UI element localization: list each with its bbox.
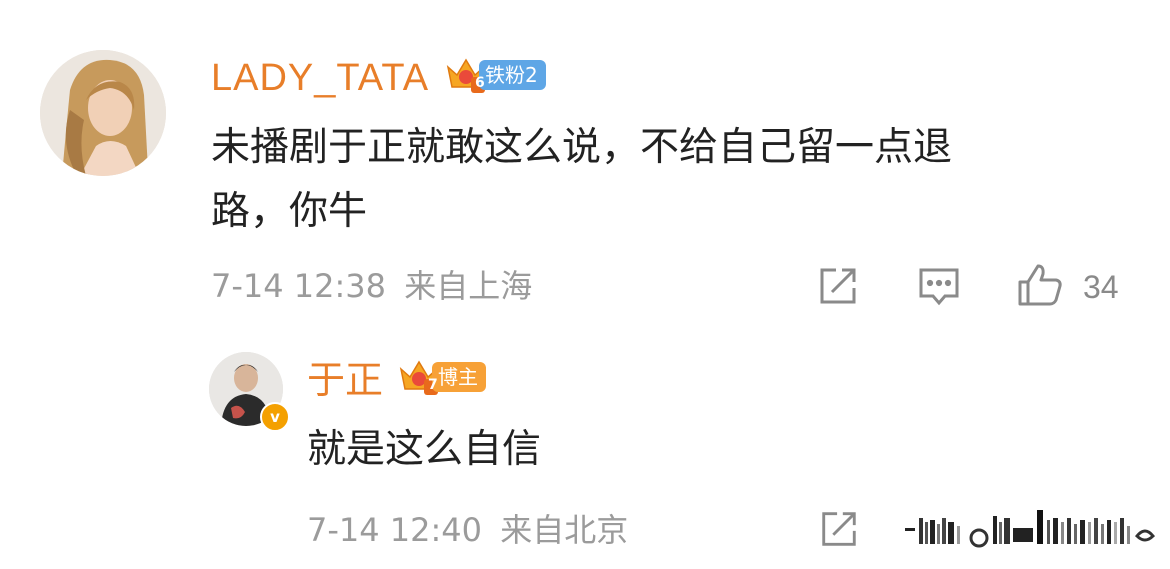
user-avatar[interactable]: [40, 50, 166, 176]
reply-location: 来自北京: [500, 511, 629, 549]
comment-location: 来自上海: [404, 267, 533, 305]
fan-level: 6: [475, 75, 485, 91]
like-icon[interactable]: [1016, 262, 1064, 312]
comment-meta: 7-14 12:38 来自上海: [211, 266, 532, 306]
like-count: 34: [1083, 269, 1119, 305]
share-icon[interactable]: [818, 508, 860, 554]
blogger-level: 7: [428, 377, 438, 393]
fan-badge[interactable]: 6 铁粉2: [445, 58, 546, 93]
blogger-badge-label: 博主: [432, 362, 486, 392]
share-icon[interactable]: [816, 264, 860, 312]
glitched-toolbar: [905, 508, 1165, 550]
comment-text-line1: 未播剧于正就敢这么说，不给自己留一点退: [211, 125, 953, 170]
reply-username[interactable]: 于正: [307, 356, 383, 404]
reply-text: 就是这么自信: [307, 427, 542, 472]
verified-badge: v: [260, 402, 290, 432]
comment-text-line2: 路，你牛: [211, 189, 368, 234]
reply-meta: 7-14 12:40 来自北京: [307, 510, 628, 550]
comment-time: 7-14 12:38: [211, 267, 387, 305]
comment-username[interactable]: LADY_TATA: [211, 54, 429, 102]
fan-badge-label: 铁粉2: [479, 60, 546, 90]
comment-icon[interactable]: [917, 266, 961, 312]
reply-time: 7-14 12:40: [307, 511, 483, 549]
blogger-badge[interactable]: 7 博主: [398, 360, 486, 395]
